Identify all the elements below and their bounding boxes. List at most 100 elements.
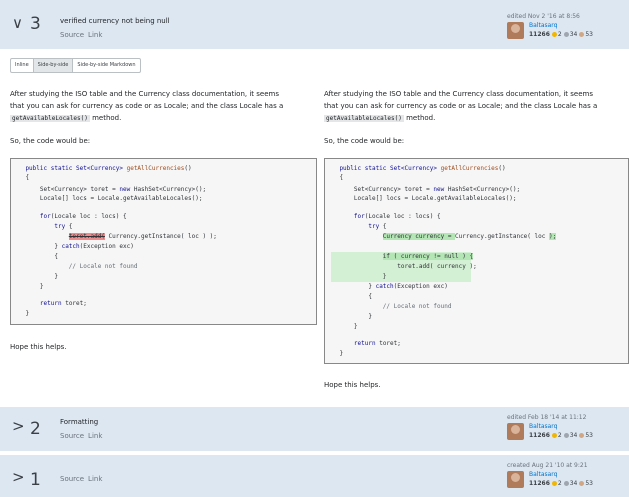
code-line: Currency currency = Currency.getInstance…: [325, 233, 557, 240]
right-intro: After studying the ISO table and the Cur…: [324, 88, 629, 125]
code-line: public static Set<Currency> getAllCurren…: [11, 165, 191, 172]
code-token: HashSet<Currency>();: [444, 186, 521, 193]
revision-number: 1: [30, 470, 41, 490]
code-token: toret;: [375, 340, 401, 347]
revision-header[interactable]: > 2 Formatting Source Link edited Feb 18 …: [0, 407, 629, 451]
source-link[interactable]: Source: [60, 31, 84, 39]
silver-badge-icon: [563, 31, 569, 37]
silver-badge-icon: [563, 480, 569, 486]
left-intro-line-1: After studying the ISO table and the Cur…: [10, 90, 279, 98]
code-token: return: [353, 340, 376, 347]
code-line: {: [11, 174, 30, 181]
rep-score: 11266: [529, 480, 550, 487]
revision-header[interactable]: > 1 Source Link created Aug 21 '10 at 9:2…: [0, 455, 629, 497]
code-token: catch: [61, 243, 80, 250]
code-line: toret.add( currency );: [325, 263, 477, 270]
gold-count: 2: [557, 480, 562, 487]
chevron-right-icon[interactable]: >: [12, 468, 25, 486]
user-reputation: 11266 2 34 53: [529, 432, 593, 439]
code-line: public static Set<Currency> getAllCurren…: [325, 165, 505, 172]
silver-count: 34: [569, 480, 578, 487]
code-token: catch: [375, 283, 394, 290]
chevron-right-icon[interactable]: >: [12, 417, 25, 435]
user-reputation: 11266 2 34 53: [529, 31, 593, 38]
silver-count: 34: [569, 31, 578, 38]
revision-meta: created Aug 21 '10 at 9:21: [507, 462, 588, 469]
tab-inline[interactable]: Inline: [11, 59, 34, 72]
view-mode-tabs: Inline Side-by-side Side-by-side Markdow…: [10, 58, 141, 73]
right-intro-line-1: After studying the ISO table and the Cur…: [324, 90, 593, 98]
intro-end: method.: [89, 114, 122, 122]
right-intro-line-2: that you can ask for currency as code or…: [324, 102, 598, 110]
rep-score: 11266: [529, 432, 550, 439]
rep-score: 11266: [529, 31, 550, 38]
code-token: Currency.getInstance( loc ) );: [104, 233, 217, 240]
user-name[interactable]: Baltasarq: [529, 423, 557, 430]
inserted-code: );: [548, 233, 557, 240]
source-link[interactable]: Source: [60, 432, 84, 440]
code-token: getAllCurrencies: [440, 165, 499, 172]
inline-code: getAvailableLocales(): [324, 115, 404, 122]
chevron-down-icon[interactable]: ∨: [12, 14, 23, 32]
code-line: }: [325, 313, 372, 320]
gold-badge-icon: [551, 432, 557, 438]
code-line: }: [325, 350, 344, 357]
revision-links: Source Link: [60, 475, 106, 483]
code-token: Currency.getInstance( loc: [455, 233, 549, 240]
code-token: try: [54, 223, 66, 230]
code-line: Locale[] locs = Locale.getAvailableLocal…: [325, 195, 517, 202]
code-line: {: [325, 174, 344, 181]
permalink[interactable]: Link: [88, 31, 102, 39]
code-token: (Locale loc : locs) {: [364, 213, 441, 220]
code-line: }: [325, 273, 387, 280]
bronze-count: 53: [585, 432, 593, 439]
left-outro: Hope this helps.: [10, 343, 67, 351]
revision-number: 3: [30, 14, 41, 34]
revision-links: Source Link: [60, 31, 106, 39]
revision-links: Source Link: [60, 432, 106, 440]
revision-meta: edited Nov 2 '16 at 8:56: [507, 13, 580, 20]
gold-count: 2: [557, 31, 562, 38]
bronze-count: 53: [585, 31, 593, 38]
code-token: new: [119, 186, 131, 193]
revision-header[interactable]: ∨ 3 verified currency not being null Sou…: [0, 0, 629, 49]
avatar[interactable]: [507, 423, 524, 440]
tab-side-by-side[interactable]: Side-by-side: [33, 59, 74, 72]
avatar[interactable]: [507, 471, 524, 488]
left-intro-line-2: that you can ask for currency as code or…: [10, 102, 284, 110]
revision-comment: verified currency not being null: [60, 17, 170, 25]
code-token: }: [325, 283, 376, 290]
code-token: HashSet<Currency>();: [130, 186, 207, 193]
left-intro-line-3: getAvailableLocales() method.: [10, 112, 315, 125]
code-token: (Locale loc : locs) {: [50, 213, 127, 220]
permalink[interactable]: Link: [88, 475, 102, 483]
code-token: }: [11, 243, 62, 250]
code-token: public static Set<Currency>: [325, 165, 441, 172]
code-token: Set<Currency> toret =: [325, 186, 434, 193]
avatar[interactable]: [507, 22, 524, 39]
source-link[interactable]: Source: [60, 475, 84, 483]
code-token: toret;: [61, 300, 87, 307]
code-line: try {: [11, 223, 72, 230]
user-name[interactable]: Baltasarq: [529, 471, 557, 478]
code-line: toret.add( Currency.getInstance( loc ) )…: [11, 233, 217, 240]
gold-badge-icon: [551, 480, 557, 486]
code-token: new: [433, 186, 445, 193]
code-line: if ( currency != null ) {: [325, 253, 474, 260]
right-code-block: public static Set<Currency> getAllCurren…: [324, 158, 629, 364]
bronze-badge-icon: [579, 432, 585, 438]
revision-meta: edited Feb 18 '14 at 11:12: [507, 414, 587, 421]
silver-badge-icon: [563, 432, 569, 438]
inserted-code: if ( currency != null ) {: [382, 253, 474, 260]
right-intro-line-3: getAvailableLocales() method.: [324, 112, 629, 125]
permalink[interactable]: Link: [88, 432, 102, 440]
code-line: Locale[] locs = Locale.getAvailableLocal…: [11, 195, 203, 202]
user-name[interactable]: Baltasarq: [529, 22, 557, 29]
tab-side-by-side-markdown[interactable]: Side-by-side Markdown: [73, 59, 139, 72]
